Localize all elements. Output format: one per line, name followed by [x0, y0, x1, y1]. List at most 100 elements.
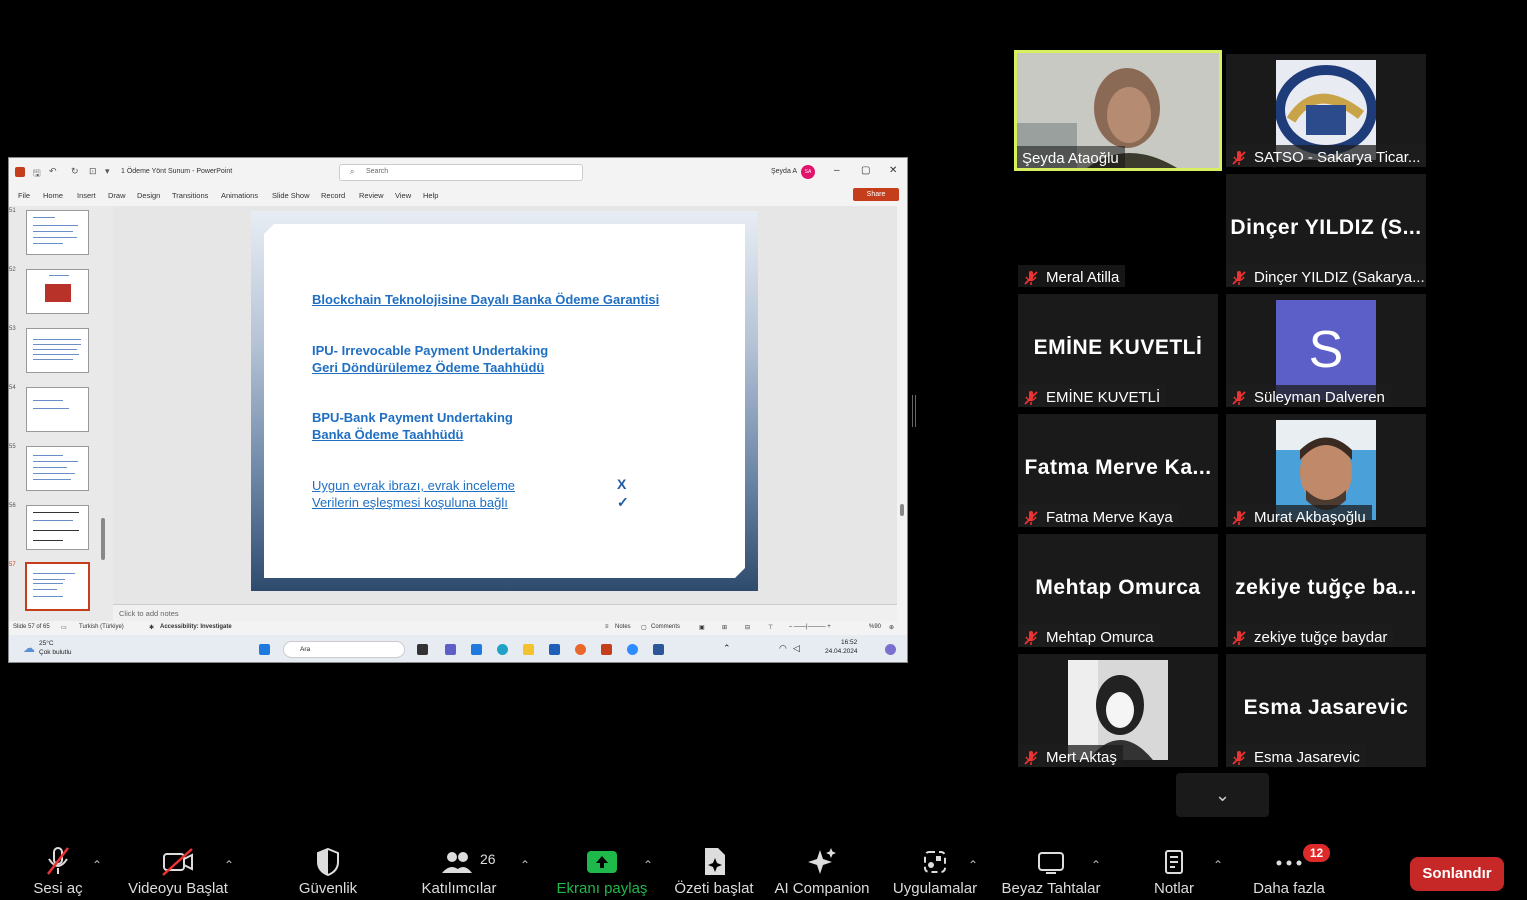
- spellcheck-icon[interactable]: ▭: [61, 624, 67, 631]
- explorer-icon[interactable]: [523, 644, 534, 655]
- comments-toggle[interactable]: Comments: [651, 624, 680, 630]
- edge-icon[interactable]: [497, 644, 508, 655]
- slide-thumbnail[interactable]: [26, 269, 89, 314]
- end-meeting-button[interactable]: Sonlandır: [1410, 857, 1504, 891]
- participant-tile[interactable]: Dinçer YILDIZ (S... Dinçer YILDIZ (Sakar…: [1226, 174, 1426, 287]
- tab-insert[interactable]: Insert: [77, 191, 96, 200]
- ppt-share-button[interactable]: Share: [853, 188, 899, 201]
- participants-caret-icon[interactable]: ⌃: [520, 858, 530, 872]
- participant-tile[interactable]: EMİNE KUVETLİ EMİNE KUVETLİ: [1018, 294, 1218, 407]
- tab-home[interactable]: Home: [43, 191, 63, 200]
- zoom-taskbar-icon[interactable]: [627, 644, 638, 655]
- audio-options-caret-icon[interactable]: ⌃: [92, 858, 102, 872]
- participant-tile[interactable]: Mert Aktaş: [1018, 654, 1218, 767]
- notes-pane[interactable]: Click to add notes: [113, 604, 903, 621]
- taskbar-search[interactable]: Ara: [283, 641, 405, 658]
- normal-view-icon[interactable]: ▣: [699, 624, 705, 631]
- redo-icon[interactable]: ↻: [71, 166, 79, 177]
- firefox-icon[interactable]: [575, 644, 586, 655]
- share-options-caret-icon[interactable]: ⌃: [643, 858, 653, 872]
- wifi-icon[interactable]: ◠: [779, 643, 787, 654]
- volume-icon[interactable]: ◁: [793, 643, 800, 654]
- participant-tile[interactable]: SATSO - Sakarya Ticar...: [1226, 54, 1426, 167]
- tab-help[interactable]: Help: [423, 191, 438, 200]
- participants-button[interactable]: Katılımcılar 26: [418, 845, 500, 900]
- whiteboard-caret-icon[interactable]: ⌃: [1091, 858, 1101, 872]
- notes-toggle[interactable]: Notes: [615, 624, 631, 630]
- reading-view-icon[interactable]: ⊟: [745, 624, 750, 631]
- ppt-user-name[interactable]: Şeyda A: [771, 168, 797, 175]
- video-options-caret-icon[interactable]: ⌃: [224, 858, 234, 872]
- sorter-view-icon[interactable]: ⊞: [722, 624, 727, 631]
- maximize-icon[interactable]: ▢: [861, 165, 870, 176]
- tab-file[interactable]: File: [18, 191, 30, 200]
- store-icon[interactable]: [549, 644, 560, 655]
- clock-time[interactable]: 16:52: [841, 639, 857, 646]
- participant-tile[interactable]: Meral Atilla: [1018, 174, 1218, 287]
- tab-design[interactable]: Design: [137, 191, 160, 200]
- participant-tile[interactable]: Fatma Merve Ka... Fatma Merve Kaya: [1018, 414, 1218, 527]
- participant-tile[interactable]: Mehtap Omurca Mehtap Omurca: [1018, 534, 1218, 647]
- undo-icon[interactable]: ↶: [49, 166, 57, 177]
- tab-record[interactable]: Record: [321, 191, 345, 200]
- ai-companion-button[interactable]: AI Companion: [772, 845, 872, 900]
- tab-view[interactable]: View: [395, 191, 411, 200]
- slide-scrollbar[interactable]: [897, 206, 907, 621]
- tab-review[interactable]: Review: [359, 191, 384, 200]
- current-slide[interactable]: Blockchain Teknolojisine Dayalı Banka Öd…: [251, 211, 758, 591]
- thumbnail-scrollbar[interactable]: [101, 518, 105, 560]
- tab-slide-show[interactable]: Slide Show: [272, 191, 310, 200]
- participant-tile-active[interactable]: Şeyda Ataoğlu: [1014, 50, 1222, 171]
- language[interactable]: Turkish (Türkiye): [79, 624, 124, 630]
- participant-tile[interactable]: Murat Akbaşoğlu: [1226, 414, 1426, 527]
- start-icon[interactable]: [259, 644, 270, 655]
- slide-thumbnail[interactable]: [26, 446, 89, 491]
- tab-animations[interactable]: Animations: [221, 191, 258, 200]
- notes-caret-icon[interactable]: ⌃: [1213, 858, 1223, 872]
- participant-tile[interactable]: Esma Jasarevic Esma Jasarevic: [1226, 654, 1426, 767]
- apps-caret-icon[interactable]: ⌃: [968, 858, 978, 872]
- comments-icon[interactable]: ▢: [641, 624, 647, 631]
- close-icon[interactable]: ✕: [889, 165, 897, 176]
- share-screen-button[interactable]: Ekranı paylaş: [554, 845, 650, 900]
- customize-icon[interactable]: ▾: [105, 166, 110, 177]
- start-summary-button[interactable]: Özeti başlat: [672, 845, 756, 900]
- notes-icon[interactable]: ≡: [605, 624, 609, 630]
- participant-tile[interactable]: S Süleyman Dalveren: [1226, 294, 1426, 407]
- tab-draw[interactable]: Draw: [108, 191, 126, 200]
- participant-tile[interactable]: zekiye tuğçe ba... zekiye tuğçe baydar: [1226, 534, 1426, 647]
- ppt-avatar[interactable]: SA: [801, 165, 815, 179]
- security-button[interactable]: Güvenlik: [294, 845, 362, 900]
- teams-icon[interactable]: [445, 644, 456, 655]
- accessibility-icon[interactable]: ✱: [149, 624, 154, 631]
- apps-button[interactable]: Uygulamalar: [890, 845, 980, 900]
- word-taskbar-icon[interactable]: [653, 644, 664, 655]
- slide-thumbnail-selected[interactable]: [25, 562, 90, 611]
- resize-handle[interactable]: [912, 395, 916, 427]
- powerpoint-taskbar-icon[interactable]: [601, 644, 612, 655]
- task-view-icon[interactable]: [417, 644, 428, 655]
- slide-thumbnail[interactable]: [26, 505, 89, 550]
- zoom-slider[interactable]: – ——|——— +: [789, 624, 831, 630]
- whiteboards-button[interactable]: Beyaz Tahtalar: [1000, 845, 1102, 900]
- clock-date[interactable]: 24.04.2024: [825, 648, 858, 655]
- copilot-icon[interactable]: [885, 644, 896, 655]
- fit-slide-icon[interactable]: ⊕: [889, 624, 894, 631]
- tab-transitions[interactable]: Transitions: [172, 191, 208, 200]
- ppt-search-box[interactable]: ⌕ Search: [339, 164, 583, 181]
- minimize-icon[interactable]: –: [834, 165, 840, 176]
- tray-chevron-icon[interactable]: ⌃: [723, 643, 731, 654]
- slide-thumbnail[interactable]: [26, 210, 89, 255]
- gallery-next-page-button[interactable]: ⌄: [1176, 773, 1269, 817]
- start-video-button[interactable]: Videoyu Başlat: [126, 845, 230, 900]
- slideshow-view-icon[interactable]: ⊤: [768, 624, 773, 631]
- notes-button[interactable]: Notlar: [1148, 845, 1200, 900]
- slide-thumbnail[interactable]: [26, 387, 89, 432]
- zoom-level[interactable]: %90: [869, 624, 881, 630]
- mail-icon[interactable]: [471, 644, 482, 655]
- unmute-button[interactable]: Sesi aç: [30, 845, 86, 900]
- save-icon[interactable]: 🖫: [33, 166, 41, 182]
- present-icon[interactable]: ⊡: [89, 166, 97, 177]
- slide-thumbnail[interactable]: [26, 328, 89, 373]
- accessibility-status[interactable]: Accessibility: Investigate: [160, 624, 232, 630]
